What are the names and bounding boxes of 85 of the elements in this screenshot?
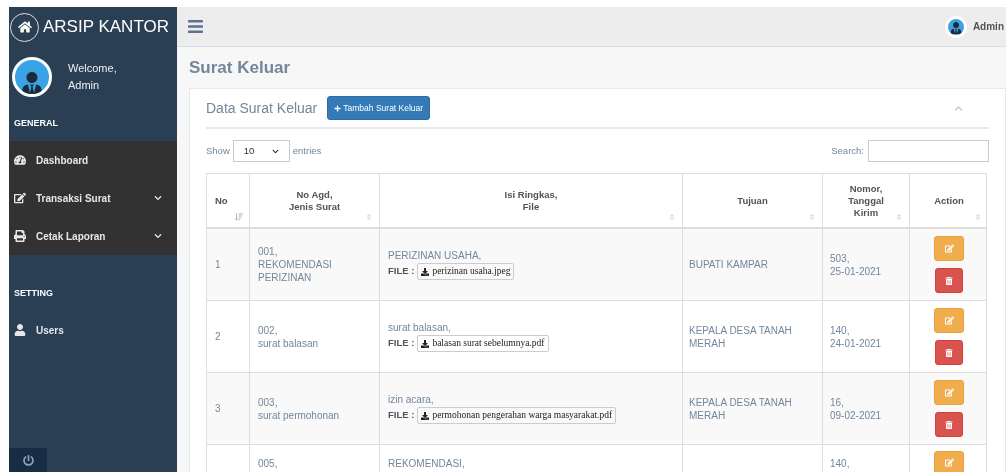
sort-icon bbox=[808, 213, 816, 221]
table-cell-text: izin acara, bbox=[388, 393, 435, 407]
download-icon bbox=[421, 339, 430, 348]
trash-icon bbox=[945, 348, 953, 357]
file-link[interactable]: permohonan pengerahan warga masyarakat.pdf bbox=[417, 407, 617, 424]
chevron-icon bbox=[154, 232, 162, 240]
table-cell: 003, surat permohonan bbox=[258, 395, 340, 422]
menu-item[interactable]: Users bbox=[9, 311, 177, 349]
logout-button[interactable] bbox=[9, 448, 47, 472]
table-cell: 002, surat balasan bbox=[258, 323, 319, 350]
printer-icon bbox=[14, 230, 26, 242]
search-label: Search: bbox=[831, 143, 864, 158]
page-title: Surat Keluar bbox=[189, 56, 291, 79]
entries-label: entries bbox=[292, 143, 322, 158]
sort-icon bbox=[974, 213, 982, 221]
menu-item[interactable]: Dashboard bbox=[9, 141, 177, 179]
table-cell: 16, 09-02-2021 bbox=[830, 395, 882, 422]
trash-icon bbox=[945, 420, 953, 429]
page-size-select[interactable]: 10 bbox=[232, 140, 290, 162]
column-header[interactable]: Tujuan bbox=[683, 174, 823, 227]
avatar-icon bbox=[12, 57, 52, 97]
sort-icon bbox=[235, 213, 243, 221]
table-cell: 1 bbox=[215, 258, 221, 271]
section-title: SETTING bbox=[14, 288, 53, 298]
search-field[interactable] bbox=[868, 140, 989, 162]
brand-title: ARSIP KANTOR bbox=[43, 16, 169, 39]
column-header[interactable]: No Agd, Jenis Surat bbox=[250, 174, 380, 227]
sort-icon bbox=[668, 213, 676, 221]
edit-icon bbox=[14, 192, 26, 204]
chevron-icon bbox=[154, 194, 162, 202]
table-cell: 005, bbox=[258, 457, 278, 470]
edit-button[interactable] bbox=[934, 236, 964, 261]
table-cell: 503, 25-01-2021 bbox=[830, 251, 882, 278]
download-icon bbox=[421, 411, 430, 420]
table-cell-text: REKOMENDASI, bbox=[388, 457, 466, 470]
edit-icon bbox=[944, 388, 954, 397]
table-cell: 140, 24-01-2021 bbox=[830, 323, 882, 350]
avatar-icon bbox=[944, 15, 967, 38]
column-header[interactable]: Isi Ringkas, File bbox=[380, 174, 683, 227]
table-cell: 3 bbox=[215, 402, 221, 415]
welcome-text: Welcome, bbox=[68, 61, 117, 76]
menu-item[interactable]: Transaksi Surat bbox=[9, 179, 177, 217]
column-header[interactable]: Nomor, Tanggal Kirim bbox=[823, 174, 910, 227]
trash-icon bbox=[945, 276, 953, 285]
sort-icon bbox=[895, 213, 903, 221]
table-cell: 2 bbox=[215, 330, 221, 343]
add-button[interactable]: Tambah Surat Keluar bbox=[327, 96, 431, 120]
edit-icon bbox=[944, 458, 954, 467]
column-header[interactable]: No bbox=[207, 174, 250, 227]
edit-button[interactable] bbox=[934, 380, 964, 405]
power-icon bbox=[22, 454, 34, 466]
file-label: FILE : bbox=[388, 336, 415, 351]
file-label: FILE : bbox=[388, 264, 415, 279]
edit-button[interactable] bbox=[934, 308, 964, 333]
collapse-icon[interactable] bbox=[954, 103, 963, 113]
user-name: Admin bbox=[68, 78, 101, 93]
edit-icon bbox=[944, 316, 954, 325]
menu-icon[interactable] bbox=[187, 18, 204, 35]
chevron-icon bbox=[271, 147, 279, 155]
file-link[interactable]: balasan surat sebelumnya.pdf bbox=[417, 335, 549, 352]
edit-icon bbox=[944, 244, 954, 253]
sort-icon bbox=[365, 213, 373, 221]
download-icon bbox=[421, 267, 430, 276]
table-cell-text: PERIZINAN USAHA, bbox=[388, 249, 483, 263]
column-header[interactable]: Action bbox=[910, 174, 988, 227]
file-link[interactable]: perizinan usaha.jpeg bbox=[417, 263, 515, 280]
panel-title: Data Surat Keluar bbox=[206, 98, 318, 118]
user-icon bbox=[14, 324, 26, 336]
show-label: Show bbox=[206, 143, 230, 158]
delete-button[interactable] bbox=[935, 340, 963, 365]
delete-button[interactable] bbox=[935, 412, 963, 437]
delete-button[interactable] bbox=[935, 268, 963, 293]
table-cell-text: surat balasan, bbox=[388, 321, 452, 335]
gauge-icon bbox=[14, 154, 26, 166]
table-cell-text: KEPALA DESA TANAH MERAH bbox=[689, 323, 793, 350]
user-menu[interactable]: Admin bbox=[944, 15, 1006, 38]
table-cell-text: 001, REKOMENDASI PERIZINAN bbox=[258, 245, 333, 284]
menu-item[interactable]: Cetak Laporan bbox=[9, 217, 177, 255]
table-cell-text: KEPALA DESA TANAH MERAH bbox=[689, 395, 793, 422]
file-label: FILE : bbox=[388, 408, 415, 423]
plus-icon bbox=[334, 104, 342, 112]
table-cell: 140, bbox=[830, 457, 850, 470]
edit-button[interactable] bbox=[934, 451, 964, 472]
section-title: GENERAL bbox=[14, 118, 58, 128]
table-cell: BUPATI KAMPAR bbox=[689, 258, 768, 271]
